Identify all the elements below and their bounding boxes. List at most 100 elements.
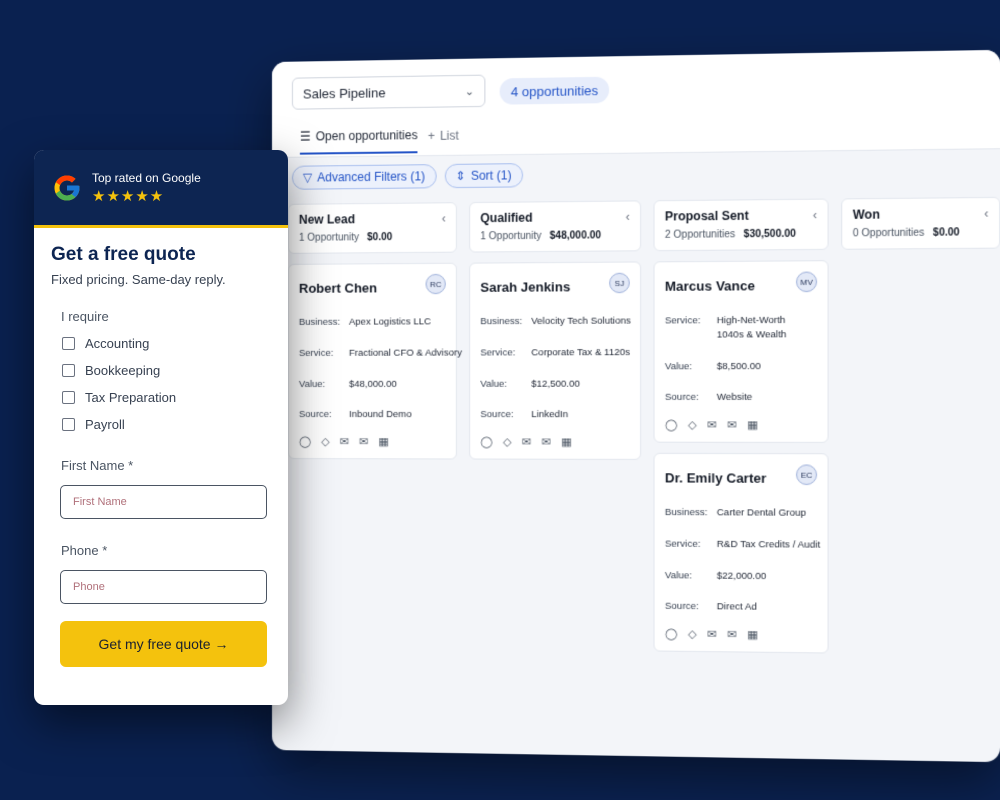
checkbox-payroll[interactable]: Payroll [62,417,288,432]
chat-icon[interactable]: ◯ [665,627,678,640]
rating-text: Top rated on Google [92,171,201,185]
checkbox-label: Tax Preparation [85,390,176,405]
checkbox-icon[interactable] [62,418,75,431]
column-header: Won 0 Opportunities $0.00 ‹ [841,197,1000,250]
row-value: $48,000.00 [349,377,397,391]
plus-icon: + [428,129,435,143]
row-value: Inbound Demo [349,408,412,422]
avatar: MV [796,272,817,293]
view-tabs: ☰ Open opportunities + List [300,127,459,154]
mail-icon[interactable]: ✉ [707,628,717,641]
checkbox-tax-preparation[interactable]: Tax Preparation [62,390,288,405]
calendar-icon[interactable]: ▦ [747,628,758,641]
column-count: 2 Opportunities [665,229,735,241]
google-logo-icon [52,173,82,203]
row-value: Website [717,391,753,405]
chat-icon[interactable]: ◯ [299,435,311,448]
checkbox-icon[interactable] [62,364,75,377]
calendar-icon[interactable]: ▦ [561,435,572,448]
card-name: Sarah Jenkins [480,279,629,295]
checkbox-accounting[interactable]: Accounting [62,336,288,351]
tab-open-opportunities[interactable]: ☰ Open opportunities [300,128,418,155]
card-row-service: Service: Fractional CFO & Advisory [299,346,446,360]
mail-icon[interactable]: ✉ [727,418,737,431]
collapse-chevron-icon[interactable]: ‹ [984,206,988,221]
card-row-business: Business: Velocity Tech Solutions [480,314,629,329]
row-value: Corporate Tax & 1120s [531,346,630,360]
opportunity-card[interactable]: Marcus Vance MV Service: High-Net-Worth 1… [654,260,829,443]
column-count: 1 Opportunity [480,231,541,243]
advanced-filters-button[interactable]: ▽ Advanced Filters (1) [292,164,436,190]
column-title: Qualified [480,210,629,226]
card-row-source: Source: Direct Ad [665,600,817,616]
require-label: I require [61,309,288,324]
mail-icon[interactable]: ✉ [359,435,368,448]
filter-bar: ▽ Advanced Filters (1) ⇕ Sort (1) [292,163,523,190]
row-key: Value: [480,377,531,391]
column-meta: 2 Opportunities $30,500.00 [665,228,817,240]
column-meta: 0 Opportunities $0.00 [853,227,989,239]
checkbox-icon[interactable] [62,391,75,404]
card-actions: ◯ ◇ ✉ ✉ ▦ [665,627,817,642]
tag-icon[interactable]: ◇ [321,435,329,448]
quote-form-card: Top rated on Google ★★★★★ Get a free quo… [34,150,288,705]
row-key: Value: [665,569,717,583]
avatar: EC [796,465,817,486]
filter-icon: ▽ [303,171,312,185]
chat-icon[interactable]: ◯ [665,418,678,431]
chat-icon[interactable]: ◯ [480,435,493,448]
form-title: Get a free quote [51,244,288,266]
tag-icon[interactable]: ◇ [688,628,697,641]
collapse-chevron-icon[interactable]: ‹ [442,211,446,225]
pipeline-select[interactable]: Sales Pipeline ⌄ [292,75,485,110]
opportunity-card[interactable]: Dr. Emily Carter EC Business: Carter Dent… [654,453,829,654]
row-key: Value: [299,377,349,391]
mail-icon[interactable]: ✉ [541,435,550,448]
row-key: Source: [299,408,349,422]
opportunities-count-badge: 4 opportunities [500,77,610,105]
rating-block: Top rated on Google ★★★★★ [92,171,201,205]
opportunity-card[interactable]: Robert Chen RC Business: Apex Logistics L… [288,263,457,460]
card-row-value: Value: $22,000.00 [665,569,817,584]
pipeline-select-value: Sales Pipeline [303,85,386,101]
calendar-icon[interactable]: ▦ [378,435,388,448]
checkbox-label: Payroll [85,417,125,432]
mail-icon[interactable]: ✉ [707,418,717,431]
avatar: SJ [609,273,630,293]
mail-icon[interactable]: ✉ [727,628,737,641]
get-quote-button[interactable]: Get my free quote → [60,621,267,667]
row-value: $12,500.00 [531,377,580,391]
first-name-label: First Name * [61,458,288,473]
collapse-chevron-icon[interactable]: ‹ [813,208,817,222]
column-count: 1 Opportunity [299,232,359,244]
card-actions: ◯ ◇ ✉ ✉ ▦ [480,435,629,448]
sort-icon: ⇕ [456,169,466,183]
tab-label: List [440,129,459,143]
checkbox-icon[interactable] [62,337,75,350]
card-actions: ◯ ◇ ✉ ✉ ▦ [665,418,817,431]
mail-icon[interactable]: ✉ [340,435,349,448]
mail-icon[interactable]: ✉ [522,435,531,448]
column-total: $0.00 [367,232,392,243]
card-row-source: Source: Website [665,391,817,405]
tag-icon[interactable]: ◇ [503,435,512,448]
calendar-icon[interactable]: ▦ [747,418,758,431]
column-title: Proposal Sent [665,208,817,224]
row-key: Business: [299,316,349,330]
row-key: Source: [480,408,531,422]
sort-button[interactable]: ⇕ Sort (1) [444,163,522,188]
phone-input[interactable] [60,570,267,604]
first-name-input[interactable] [60,485,267,519]
row-value: $22,000.00 [717,569,767,583]
tag-icon[interactable]: ◇ [688,418,697,431]
column-total: $30,500.00 [744,229,796,241]
row-key: Source: [665,391,717,405]
star-rating-icon: ★★★★★ [92,187,201,205]
tab-add-list[interactable]: + List [428,127,459,153]
form-subtitle: Fixed pricing. Same-day reply. [51,272,288,287]
collapse-chevron-icon[interactable]: ‹ [626,210,630,224]
checkbox-bookkeeping[interactable]: Bookkeeping [62,363,288,378]
opportunity-card[interactable]: Sarah Jenkins SJ Business: Velocity Tech … [469,261,641,460]
row-key: Value: [665,360,717,374]
kanban-board: New Lead 1 Opportunity $0.00 ‹ Robert Che… [288,197,1000,656]
